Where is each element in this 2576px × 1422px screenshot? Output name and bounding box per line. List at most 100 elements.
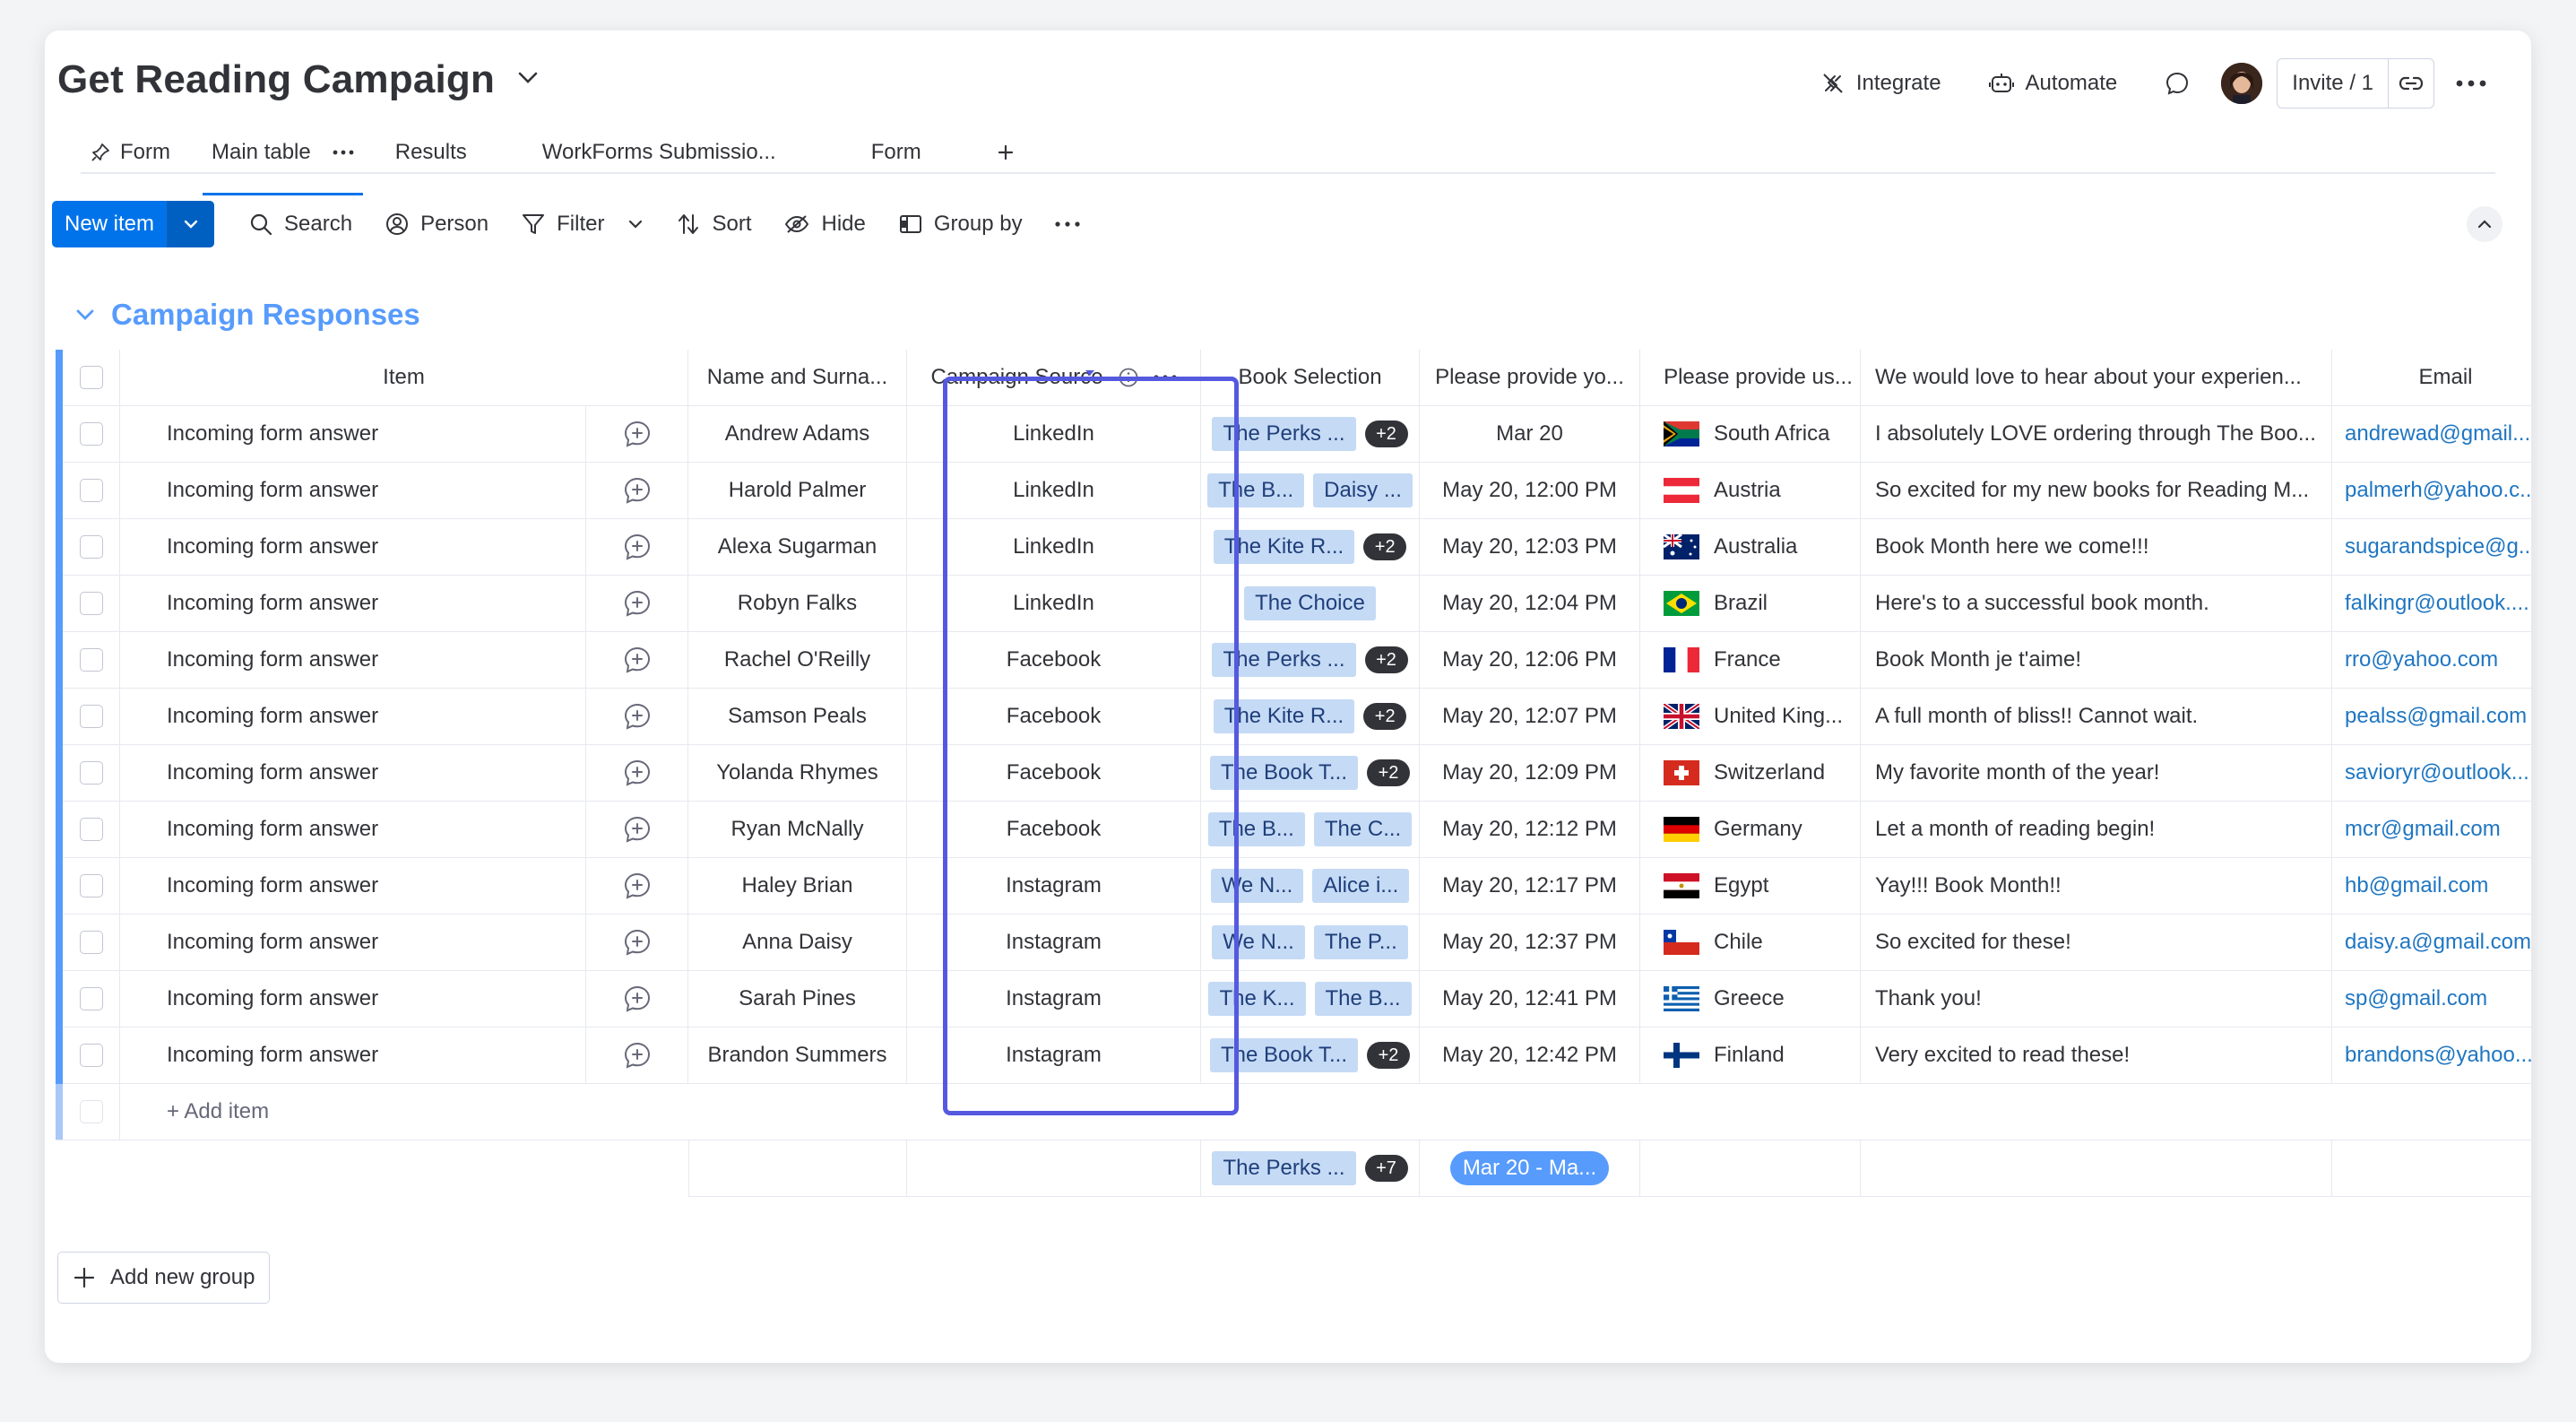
- campaign-source-cell[interactable]: Facebook: [907, 802, 1201, 858]
- email-link[interactable]: pealss@gmail.com: [2332, 689, 2531, 745]
- name-cell[interactable]: Yolanda Rhymes: [688, 745, 907, 802]
- date-cell[interactable]: May 20, 12:12 PM: [1420, 802, 1640, 858]
- campaign-source-cell[interactable]: LinkedIn: [907, 576, 1201, 632]
- experience-cell[interactable]: Thank you!: [1861, 971, 2332, 1027]
- book-tag[interactable]: Daisy ...: [1313, 473, 1413, 507]
- more-books-badge[interactable]: +2: [1364, 646, 1408, 673]
- book-selection-cell[interactable]: The Choice: [1201, 576, 1420, 632]
- campaign-source-cell[interactable]: Facebook: [907, 632, 1201, 689]
- book-tag[interactable]: We N...: [1212, 925, 1305, 959]
- row-checkbox[interactable]: [79, 705, 103, 728]
- book-selection-cell[interactable]: The Book T... +2: [1201, 1027, 1420, 1084]
- row-checkbox[interactable]: [79, 931, 103, 954]
- country-cell[interactable]: Austria: [1640, 463, 1861, 519]
- country-cell[interactable]: Finland: [1640, 1027, 1861, 1084]
- campaign-source-cell[interactable]: LinkedIn: [907, 463, 1201, 519]
- tab-form[interactable]: Form: [862, 127, 930, 178]
- country-cell[interactable]: Brazil: [1640, 576, 1861, 632]
- table-row[interactable]: Incoming form answer Harold Palmer LinkedI…: [56, 463, 2531, 519]
- row-checkbox[interactable]: [79, 874, 103, 897]
- country-cell[interactable]: Australia: [1640, 519, 1861, 576]
- book-tag[interactable]: The P...: [1313, 925, 1408, 959]
- column-header-email[interactable]: Email: [2332, 350, 2531, 406]
- tab-form-pinned[interactable]: Form: [81, 127, 179, 178]
- name-cell[interactable]: Ryan McNally: [688, 802, 907, 858]
- book-tag[interactable]: The B...: [1207, 473, 1305, 507]
- experience-cell[interactable]: Book Month here we come!!!: [1861, 519, 2332, 576]
- column-header-country[interactable]: Please provide us...: [1640, 350, 1861, 406]
- item-cell[interactable]: Incoming form answer: [120, 802, 586, 858]
- sort-button[interactable]: Sort: [660, 201, 767, 247]
- chevron-down-icon[interactable]: [518, 72, 538, 84]
- select-all-checkbox[interactable]: [79, 366, 103, 389]
- date-cell[interactable]: May 20, 12:42 PM: [1420, 1027, 1640, 1084]
- book-tag[interactable]: The Kite R...: [1213, 530, 1355, 564]
- date-cell[interactable]: May 20, 12:17 PM: [1420, 858, 1640, 915]
- table-row[interactable]: Incoming form answer Haley Brian Instagram…: [56, 858, 2531, 915]
- name-cell[interactable]: Harold Palmer: [688, 463, 907, 519]
- drag-handle-icon[interactable]: [1085, 368, 1095, 378]
- country-cell[interactable]: Greece: [1640, 971, 1861, 1027]
- more-books-badge[interactable]: +2: [1366, 1042, 1410, 1069]
- book-selection-cell[interactable]: The Kite R... +2: [1201, 689, 1420, 745]
- tab-workforms-submissions[interactable]: WorkForms Submissio...: [533, 127, 785, 178]
- row-checkbox[interactable]: [79, 987, 103, 1010]
- column-header-book-selection[interactable]: Book Selection: [1201, 350, 1420, 406]
- book-selection-cell[interactable]: The Perks ... +2: [1201, 406, 1420, 463]
- campaign-source-cell[interactable]: Instagram: [907, 971, 1201, 1027]
- date-cell[interactable]: Mar 20: [1420, 406, 1640, 463]
- book-tag[interactable]: The Choice: [1244, 586, 1376, 620]
- name-cell[interactable]: Robyn Falks: [688, 576, 907, 632]
- email-link[interactable]: andrewad@gmail....: [2332, 406, 2531, 463]
- date-cell[interactable]: May 20, 12:00 PM: [1420, 463, 1640, 519]
- more-books-badge[interactable]: +2: [1363, 533, 1407, 560]
- add-update-button[interactable]: [586, 745, 688, 802]
- campaign-source-cell[interactable]: LinkedIn: [907, 406, 1201, 463]
- row-checkbox[interactable]: [79, 592, 103, 615]
- book-selection-cell[interactable]: We N... Alice i...: [1201, 858, 1420, 915]
- add-update-button[interactable]: [586, 802, 688, 858]
- email-link[interactable]: brandons@yahoo....: [2332, 1027, 2531, 1084]
- book-tag[interactable]: The Book T...: [1210, 1038, 1358, 1072]
- date-cell[interactable]: May 20, 12:07 PM: [1420, 689, 1640, 745]
- tab-menu-icon[interactable]: [333, 150, 354, 155]
- experience-cell[interactable]: Book Month je t'aime!: [1861, 632, 2332, 689]
- more-books-badge[interactable]: +2: [1366, 759, 1410, 786]
- row-checkbox[interactable]: [79, 1044, 103, 1067]
- item-cell[interactable]: Incoming form answer: [120, 576, 586, 632]
- email-link[interactable]: mcr@gmail.com: [2332, 802, 2531, 858]
- experience-cell[interactable]: So excited for these!: [1861, 915, 2332, 971]
- name-cell[interactable]: Andrew Adams: [688, 406, 907, 463]
- item-cell[interactable]: Incoming form answer: [120, 519, 586, 576]
- book-summary-cell[interactable]: The Perks ... +7: [1201, 1140, 1420, 1197]
- book-tag[interactable]: The Kite R...: [1213, 699, 1355, 733]
- item-cell[interactable]: Incoming form answer: [120, 463, 586, 519]
- add-update-button[interactable]: [586, 915, 688, 971]
- table-row[interactable]: Incoming form answer Ryan McNally Facebook…: [56, 802, 2531, 858]
- email-link[interactable]: rro@yahoo.com: [2332, 632, 2531, 689]
- person-filter-button[interactable]: Person: [368, 201, 505, 247]
- group-collapse-chevron-icon[interactable]: [75, 308, 95, 321]
- table-row[interactable]: Incoming form answer Alexa Sugarman Linked…: [56, 519, 2531, 576]
- add-view-button[interactable]: [988, 127, 1024, 178]
- country-cell[interactable]: United King...: [1640, 689, 1861, 745]
- experience-cell[interactable]: Yay!!! Book Month!!: [1861, 858, 2332, 915]
- copy-link-button[interactable]: [2389, 59, 2433, 108]
- tab-results[interactable]: Results: [386, 127, 476, 178]
- group-by-button[interactable]: Group by: [882, 201, 1039, 247]
- row-checkbox[interactable]: [79, 422, 103, 446]
- chevron-down-icon[interactable]: [627, 219, 644, 230]
- book-tag[interactable]: The Perks ...: [1212, 643, 1356, 677]
- add-item-input[interactable]: + Add item: [120, 1084, 2531, 1140]
- add-update-button[interactable]: [586, 971, 688, 1027]
- row-checkbox[interactable]: [79, 648, 103, 672]
- email-link[interactable]: hb@gmail.com: [2332, 858, 2531, 915]
- item-cell[interactable]: Incoming form answer: [120, 858, 586, 915]
- date-range-pill[interactable]: Mar 20 - Ma...: [1449, 1151, 1610, 1185]
- book-selection-cell[interactable]: The Book T... +2: [1201, 745, 1420, 802]
- book-selection-cell[interactable]: The Kite R... +2: [1201, 519, 1420, 576]
- item-cell[interactable]: Incoming form answer: [120, 915, 586, 971]
- more-options-button[interactable]: [2449, 59, 2494, 108]
- country-cell[interactable]: South Africa: [1640, 406, 1861, 463]
- item-cell[interactable]: Incoming form answer: [120, 632, 586, 689]
